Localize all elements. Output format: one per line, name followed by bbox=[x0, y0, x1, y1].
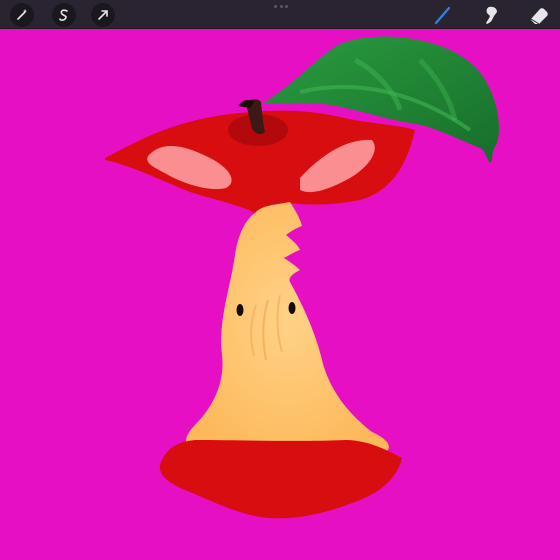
smudge-button[interactable] bbox=[479, 3, 503, 27]
eraser-icon bbox=[528, 4, 550, 26]
top-toolbar bbox=[0, 0, 560, 29]
smudge-icon bbox=[480, 4, 502, 26]
brush-button[interactable] bbox=[431, 3, 455, 27]
toolbar-grabber[interactable] bbox=[274, 5, 288, 8]
selection-icon bbox=[57, 8, 71, 22]
transform-icon bbox=[96, 8, 110, 22]
eraser-button[interactable] bbox=[527, 3, 551, 27]
artwork-apple-core bbox=[105, 36, 499, 519]
seed-left bbox=[236, 304, 244, 316]
procreate-app bbox=[0, 0, 560, 560]
transform-button[interactable] bbox=[91, 3, 115, 27]
drawing-canvas[interactable] bbox=[0, 29, 560, 560]
adjustments-button[interactable] bbox=[10, 3, 34, 27]
apple-bottom bbox=[159, 440, 402, 519]
selection-button[interactable] bbox=[52, 3, 76, 27]
seed-right bbox=[288, 302, 296, 314]
core-flesh bbox=[185, 202, 389, 460]
brush-icon bbox=[432, 4, 454, 26]
adjustments-icon bbox=[15, 8, 29, 22]
